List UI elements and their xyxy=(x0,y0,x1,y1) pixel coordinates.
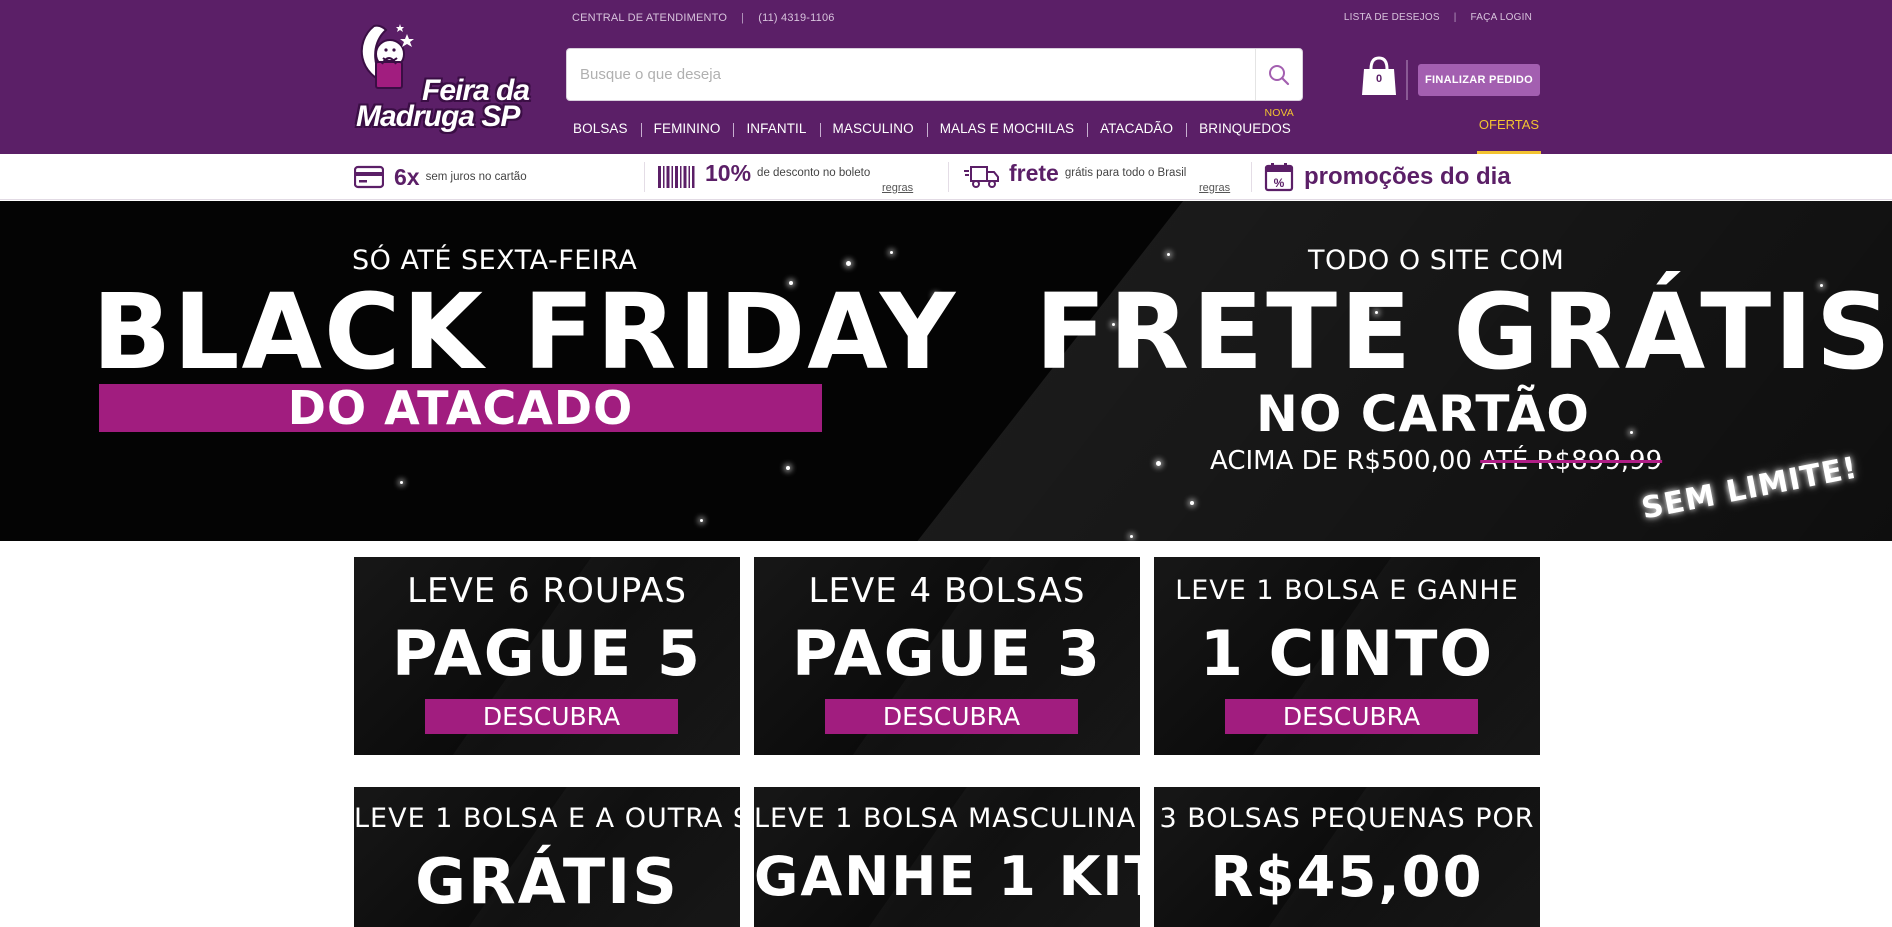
logo-text-line2: Madruga SP xyxy=(356,100,520,133)
promo-offer: PAGUE 5 xyxy=(391,617,703,690)
login-link[interactable]: FAÇA LOGIN xyxy=(1471,12,1532,23)
discover-button[interactable]: DESCUBRA xyxy=(425,699,678,734)
rules-link-boleto[interactable]: regras xyxy=(882,182,913,194)
hero-price-line: ACIMA DE R$500,00 ATÉ R$899,99 xyxy=(1210,446,1662,476)
promo-offer: GANHE 1 KIT xyxy=(754,845,1140,908)
offers-link[interactable]: OFERTAS xyxy=(1477,117,1541,132)
divider xyxy=(644,162,645,192)
benefit-free-shipping[interactable]: frete grátis para todo o Brasil xyxy=(963,154,1186,200)
credit-card-icon xyxy=(354,165,384,189)
hero-band-text: DO ATACADO xyxy=(287,381,634,435)
support-info: CENTRAL DE ATENDIMENTO | (11) 4319-1106 xyxy=(572,12,835,24)
promo-headline: LEVE 1 BOLSA MASCULINA E xyxy=(754,803,1140,834)
hero-title-right: FRETE GRÁTIS xyxy=(1035,271,1892,393)
main-nav: BOLSAS FEMININO INFANTIL MASCULINO MALAS… xyxy=(560,107,1304,138)
barcode-icon xyxy=(658,166,695,188)
hero-banner[interactable]: SÓ ATÉ SEXTA-FEIRA BLACK FRIDAY DO ATACA… xyxy=(0,201,1892,541)
nav-item-masculino[interactable]: MASCULINO xyxy=(819,121,927,137)
promo-headline: LEVE 1 BOLSA E A OUTRA SAI xyxy=(354,803,740,834)
benefit-small-text: grátis para todo o Brasil xyxy=(1064,167,1187,179)
nav-item-malas-e-mochilas[interactable]: MALAS E MOCHILAS xyxy=(926,121,1087,137)
nav-item-feminino[interactable]: FEMININO xyxy=(640,121,734,137)
search-button[interactable] xyxy=(1255,49,1302,100)
divider: | xyxy=(1453,12,1457,23)
hero-title-left: BLACK FRIDAY xyxy=(92,271,958,393)
star-sparkle xyxy=(786,466,790,470)
benefit-small-text: de desconto no boleto xyxy=(757,167,871,179)
promo-offer: PAGUE 3 xyxy=(791,617,1103,690)
benefit-installments[interactable]: 6x sem juros no cartão xyxy=(354,154,527,200)
promo-headline: LEVE 6 ROUPAS xyxy=(407,571,687,611)
benefit-big-text: 10% xyxy=(705,159,752,186)
search-icon xyxy=(1269,64,1290,85)
promo-offer: GRÁTIS xyxy=(415,845,679,918)
star-sparkle xyxy=(1630,431,1633,434)
account-links: LISTA DE DESEJOS | FAÇA LOGIN xyxy=(1344,12,1532,23)
divider: | xyxy=(741,12,745,24)
nav-item-infantil[interactable]: INFANTIL xyxy=(733,121,819,137)
star-sparkle xyxy=(400,481,403,484)
svg-text:%: % xyxy=(1274,176,1285,190)
benefit-daily-promotions[interactable]: % promoções do dia xyxy=(1264,154,1511,200)
hero-sub-right: NO CARTÃO xyxy=(1256,385,1590,443)
star-sparkle xyxy=(846,261,851,266)
promo-tile[interactable]: LEVE 1 BOLSA MASCULINA E GANHE 1 KIT xyxy=(754,787,1140,927)
promo-headline: LEVE 1 BOLSA E GANHE xyxy=(1175,575,1519,606)
star-sparkle xyxy=(700,519,703,522)
new-badge: NOVA xyxy=(1264,106,1294,119)
divider xyxy=(1251,162,1252,192)
benefit-small-text: sem juros no cartão xyxy=(425,171,527,183)
nav-item-bolsas[interactable]: BOLSAS xyxy=(560,121,641,136)
benefit-big-text: frete xyxy=(1009,159,1059,186)
promo-tile[interactable]: 3 BOLSAS PEQUENAS POR R$45,00 xyxy=(1154,787,1540,927)
cart-count: 0 xyxy=(1375,73,1383,85)
search-input[interactable] xyxy=(567,49,1257,100)
calendar-percent-icon: % xyxy=(1264,163,1294,192)
discover-button[interactable]: DESCUBRA xyxy=(825,699,1078,734)
site-header: Feira da Madruga SP CENTRAL DE ATENDIMEN… xyxy=(0,0,1892,154)
promo-tile[interactable]: LEVE 1 BOLSA E GANHE 1 CINTO DESCUBRA xyxy=(1154,557,1540,755)
site-logo[interactable]: Feira da Madruga SP xyxy=(352,14,536,148)
promo-tile[interactable]: LEVE 4 BOLSAS PAGUE 3 DESCUBRA xyxy=(754,557,1140,755)
star-sparkle xyxy=(1156,461,1161,466)
promo-offer: 1 CINTO xyxy=(1199,617,1495,690)
benefits-strip: 6x sem juros no cartão 10% de desconto n… xyxy=(0,154,1892,200)
promo-headline: LEVE 4 BOLSAS xyxy=(808,571,1086,611)
star-sparkle xyxy=(1190,501,1194,505)
cart-button[interactable]: 0 xyxy=(1360,55,1398,97)
nav-item-atacadao[interactable]: ATACADÃO xyxy=(1087,121,1186,137)
divider xyxy=(948,162,949,192)
divider xyxy=(1406,60,1408,100)
promo-tile[interactable]: LEVE 1 BOLSA E A OUTRA SAI GRÁTIS xyxy=(354,787,740,927)
promo-headline: 3 BOLSAS PEQUENAS POR xyxy=(1159,803,1535,834)
hero-price-strike: ATÉ R$899,99 xyxy=(1480,446,1663,476)
rules-link-shipping[interactable]: regras xyxy=(1199,182,1230,194)
benefit-big-text: 6x xyxy=(394,163,420,190)
delivery-truck-icon xyxy=(964,166,999,188)
support-label[interactable]: CENTRAL DE ATENDIMENTO xyxy=(572,12,727,24)
star-sparkle xyxy=(1167,253,1170,256)
promo-tile[interactable]: LEVE 6 ROUPAS PAGUE 5 DESCUBRA xyxy=(354,557,740,755)
promo-offer: R$45,00 xyxy=(1210,845,1484,910)
support-phone[interactable]: (11) 4319-1106 xyxy=(758,12,834,24)
checkout-button[interactable]: FINALIZAR PEDIDO xyxy=(1418,64,1540,96)
benefit-big-text: promoções do dia xyxy=(1304,163,1511,190)
nav-item-brinquedos[interactable]: BRINQUEDOS NOVA xyxy=(1186,107,1304,137)
benefit-boleto-discount[interactable]: 10% de desconto no boleto xyxy=(657,154,870,200)
star-sparkle xyxy=(1130,535,1133,538)
search-box xyxy=(566,48,1303,101)
hero-price-prefix: ACIMA DE R$500,00 xyxy=(1210,446,1472,476)
discover-button[interactable]: DESCUBRA xyxy=(1225,699,1478,734)
wishlist-link[interactable]: LISTA DE DESEJOS xyxy=(1344,12,1440,23)
star-sparkle xyxy=(890,251,893,254)
